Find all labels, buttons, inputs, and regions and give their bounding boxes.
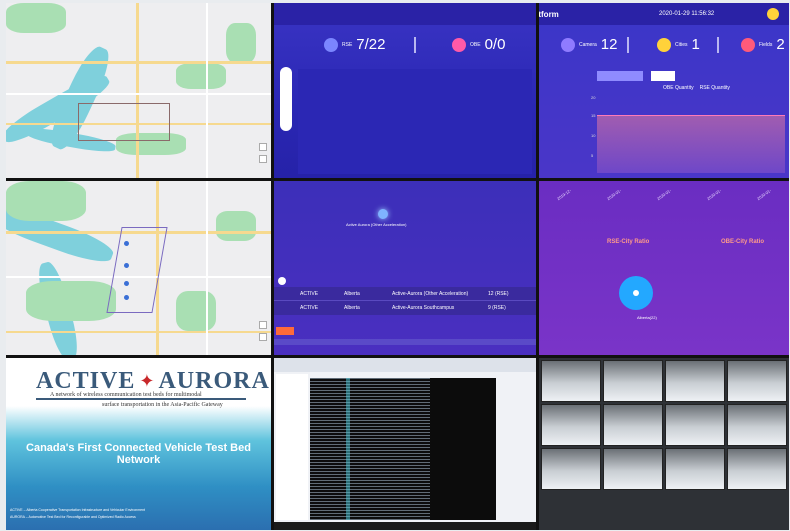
camera-feed[interactable] [665,448,725,490]
table-row[interactable]: ACTIVE Alberta Active-Aurora Southcampus… [274,301,536,315]
camera-feed[interactable] [665,404,725,446]
ratio-chart-x-labels: 2019-12- 2020-01- 2020-01- 2020-01- 2020… [555,187,772,201]
maple-leaf-icon: ✦ [139,371,155,391]
zoom-in-icon[interactable] [259,143,267,151]
y-tick: 10 [591,133,596,138]
camera-feed[interactable] [665,360,725,402]
terminal-output[interactable] [310,378,496,520]
pie-center [633,290,639,296]
chart-fill [597,115,785,173]
user-avatar[interactable] [767,8,779,20]
divider [414,37,416,53]
chart-legend: OBE Quantity RSE Quantity [663,85,730,91]
brand-underline [36,398,246,400]
slide-panel: ACTIVE ✦ AURORA A network of wireless co… [6,358,271,530]
field-marker-icon[interactable] [378,209,388,219]
camera-feed[interactable] [541,360,601,402]
taskbar [274,522,536,530]
camera-feed[interactable] [541,404,601,446]
obe-icon [452,37,466,52]
chart-tab-2[interactable] [651,71,675,81]
window-toolbar [274,358,536,372]
stat-cities: Cities 1 [657,36,700,53]
series-line [597,115,785,116]
slide-footnote-2: AURORA – Automotive Test Bed for Reconfi… [10,515,136,519]
rse-icon [324,37,338,52]
y-tick: 15 [591,113,596,118]
field-marker-label: Active Aurora (Other Acceleration) [346,222,407,227]
map-panel-middle[interactable] [6,181,271,355]
top-bar [274,3,536,25]
dashboard-map-panel: RSE 7/22 OBE 0/0 [274,3,536,178]
map-panel-top[interactable] [6,3,271,178]
pie-label: Alberta(22) [637,315,657,320]
field-table: ACTIVE Alberta Active-Aurora (Other Acce… [274,287,536,315]
obe-city-ratio-title: OBE-City Ratio [721,239,765,245]
fields-icon [741,37,755,52]
table-row[interactable]: ACTIVE Alberta Active-Aurora (Other Acce… [274,287,536,301]
map-area[interactable] [298,69,532,174]
rse-marker-icon[interactable] [124,281,129,286]
selection-box [78,103,170,141]
stat-rse: RSE 7/22 [324,36,385,53]
y-tick: 5 [591,153,594,158]
y-tick: 20 [591,95,596,100]
stat-camera: Camera 12 [561,36,617,53]
zoom-out-icon[interactable] [259,155,267,163]
cities-icon [657,37,671,52]
camera-feed[interactable] [603,360,663,402]
ratio-panel: 2019-12- 2020-01- 2020-01- 2020-01- 2020… [539,181,789,355]
slide-footnote-1: ACTIVE – Alberta Cooperative Transportat… [10,508,146,512]
camera-feed[interactable] [603,404,663,446]
top-bar-right: V2X Cloud Management Platform 2020-01-29… [539,3,789,25]
line-chart: 20 15 10 5 [591,95,785,175]
rse-city-ratio-title: RSE-City Ratio [607,239,650,245]
file-tree[interactable] [276,374,308,520]
zoom-control[interactable] [280,67,292,131]
zoom-in-icon[interactable] [259,321,267,329]
slide-headline: Canada's First Connected Vehicle Test Be… [26,442,251,466]
rse-marker-icon[interactable] [124,241,129,246]
brand-logo: ACTIVE ✦ AURORA [36,368,270,394]
camera-grid-panel [539,358,789,530]
platform-title: V2X Cloud Management Platform [539,9,559,19]
chart-tab-1[interactable] [597,71,643,81]
tagline-1: A network of wireless communication test… [50,392,202,398]
collapse-button[interactable] [278,277,286,285]
datetime: 2020-01-29 11:56:32 [659,11,715,17]
camera-feed[interactable] [727,360,787,402]
camera-feed[interactable] [727,448,787,490]
map-logo [276,327,294,335]
rse-marker-icon[interactable] [124,263,129,268]
status-strip [274,339,536,345]
camera-feed[interactable] [603,448,663,490]
camera-feed[interactable] [727,404,787,446]
dashboard-chart-panel: V2X Cloud Management Platform 2020-01-29… [539,3,789,178]
tagline-2: surface transportation in the Asia-Pacif… [102,402,223,408]
zoom-out-icon[interactable] [259,333,267,341]
terminal-panel [274,358,536,530]
stat-obe: OBE 0/0 [452,36,505,53]
field-map-panel: Active Aurora (Other Acceleration) ACTIV… [274,181,536,355]
video-wall: RSE 7/22 OBE 0/0 V2X Cloud Management Pl… [6,3,789,530]
rse-pie[interactable] [619,276,653,310]
rse-marker-icon[interactable] [124,295,129,300]
camera-icon [561,37,575,52]
stat-fields: Fields 2 [741,36,785,53]
camera-feed[interactable] [541,448,601,490]
